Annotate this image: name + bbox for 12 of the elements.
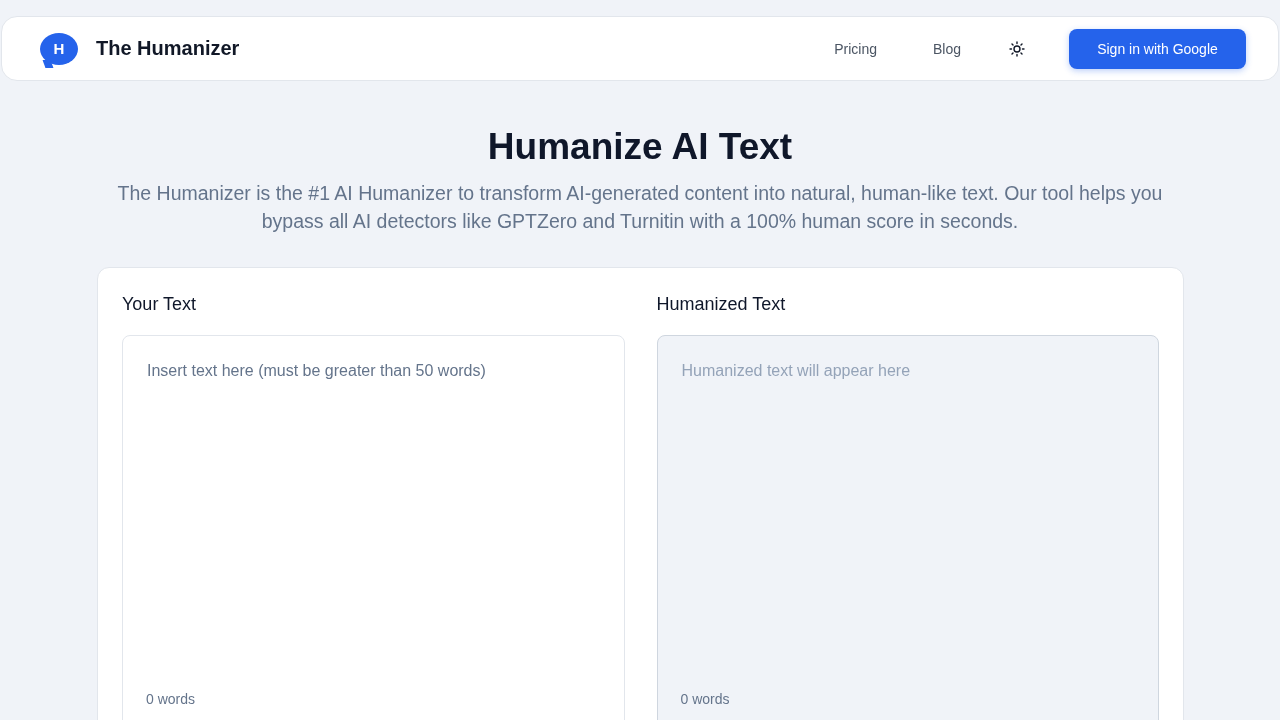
panel-heading: Your Text	[122, 294, 198, 316]
sun-icon	[1009, 40, 1025, 57]
page-description: The Humanizer is the #1 AI Humanizer to transform AI-generated content into natural, human-like text. Our tool helps you bypass all AI detectors like GPTZero and Turnitin with a 100% human score in seconds.	[116, 181, 1164, 235]
logo-icon[interactable]: H	[40, 32, 78, 65]
word-count: 0 words	[146, 691, 196, 708]
nav-link[interactable]: Blog	[932, 40, 961, 57]
word-count: 0 words	[680, 691, 730, 708]
panel-heading: Humanized Text	[656, 294, 787, 316]
nav-link[interactable]: Pricing	[834, 40, 877, 57]
brand-name[interactable]: The Humanizer	[96, 37, 240, 60]
page-title: Humanize AI Text	[486, 125, 794, 169]
sign-in-button[interactable]: Sign in with Google	[1069, 28, 1246, 69]
